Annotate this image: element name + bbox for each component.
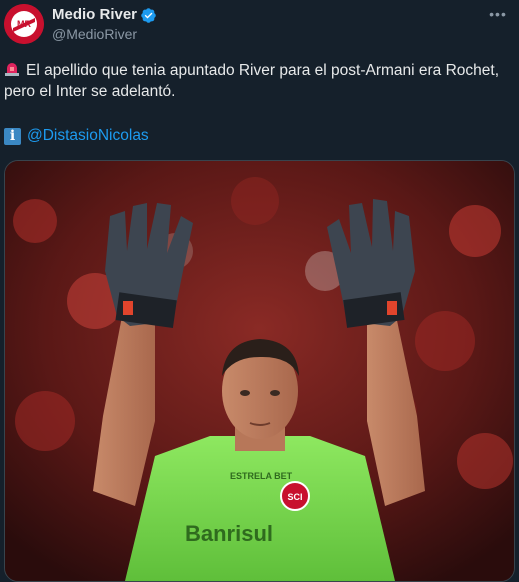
siren-icon: [4, 61, 20, 77]
mention-link[interactable]: @DistasioNicolas: [27, 126, 149, 146]
svg-text:SCI: SCI: [287, 492, 302, 502]
jersey-sponsor: Banrisul: [185, 521, 273, 546]
goalkeeper-photo: SCI ESTRELA BET Banrisul: [5, 161, 514, 581]
tweet-text-line-1: El apellido que tenia apuntado River par…: [4, 60, 512, 81]
tweet-text: El apellido que tenia apuntado River par…: [4, 60, 512, 102]
avatar[interactable]: MR: [4, 4, 44, 44]
info-icon: i: [4, 127, 21, 145]
jersey-brand: ESTRELA BET: [230, 471, 293, 481]
author-display-name-row[interactable]: Medio River: [52, 5, 157, 25]
author-display-name[interactable]: Medio River: [52, 5, 137, 25]
tweet-header: MR Medio River @MedioRiver •••: [4, 4, 515, 46]
mention-line: i @DistasioNicolas: [4, 126, 149, 146]
tweet-media-photo[interactable]: SCI ESTRELA BET Banrisul: [4, 160, 515, 582]
author-names: Medio River @MedioRiver: [52, 5, 157, 43]
author-handle[interactable]: @MedioRiver: [52, 25, 157, 43]
more-options-icon[interactable]: •••: [487, 7, 509, 26]
tweet-text-line-2: pero el Inter se adelantó.: [4, 83, 176, 100]
verified-badge-icon: [140, 7, 157, 24]
tweet-text-content-1: El apellido que tenia apuntado River par…: [26, 62, 500, 79]
avatar-logo-text: MR: [17, 19, 31, 29]
jersey: [125, 436, 395, 581]
